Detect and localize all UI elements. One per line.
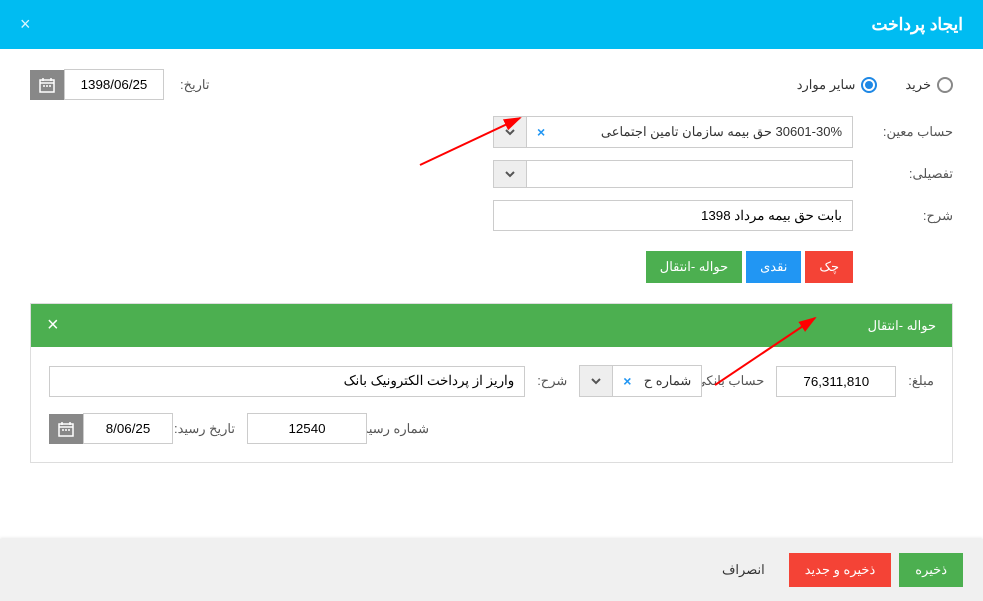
radio-buy[interactable]: خرید — [905, 77, 953, 93]
close-icon[interactable]: × — [20, 14, 31, 35]
chevron-down-icon — [504, 126, 516, 138]
bank-num-dropdown[interactable] — [579, 365, 612, 397]
top-row: خرید سایر موارد تاریخ: — [30, 69, 953, 100]
calendar-icon — [39, 77, 55, 93]
modal-title: ایجاد پرداخت — [871, 15, 963, 35]
date-field[interactable] — [64, 69, 164, 100]
save-button[interactable]: ذخیره — [899, 553, 963, 587]
radio-other-label: سایر موارد — [797, 77, 856, 93]
detail-dropdown-button[interactable] — [493, 160, 526, 188]
account-value: 30601-30% حق بیمه سازمان تامین اجتماعی — [553, 124, 842, 140]
calendar-button[interactable] — [30, 70, 64, 100]
chevron-down-icon — [590, 375, 602, 387]
account-select-field: 30601-30% حق بیمه سازمان تامین اجتماعی × — [526, 116, 853, 148]
panel-title: حواله -انتقال — [868, 318, 936, 334]
radio-buy-label: خرید — [905, 77, 931, 93]
modal-header: ایجاد پرداخت × — [0, 0, 983, 49]
tab-cash[interactable]: نقدی — [746, 251, 801, 283]
chevron-down-icon — [504, 168, 516, 180]
form-content: خرید سایر موارد تاریخ: حساب معین: 30601-… — [0, 49, 983, 303]
panel-body: مبلغ: حساب بانکی: شماره ح × شرح: شماره ر… — [31, 347, 952, 462]
panel-row-1: مبلغ: حساب بانکی: شماره ح × شرح: — [49, 365, 934, 397]
detail-label: تفصیلی: — [853, 166, 953, 182]
receipt-num-label: شماره رسید: — [379, 421, 429, 437]
panel-row-2: شماره رسید: تاریخ رسید: — [49, 413, 934, 444]
date-input-wrap — [30, 69, 164, 100]
receipt-date-input[interactable] — [83, 413, 173, 444]
bank-label: حساب بانکی: — [714, 373, 764, 389]
receipt-date-wrap — [49, 413, 173, 444]
panel-desc-input[interactable] — [49, 366, 525, 397]
type-radio-group: خرید سایر موارد — [797, 77, 953, 93]
amount-label: مبلغ: — [908, 373, 934, 389]
transfer-panel: حواله -انتقال × مبلغ: حساب بانکی: شماره … — [30, 303, 953, 463]
radio-icon — [861, 77, 877, 93]
clear-icon[interactable]: × — [623, 373, 631, 389]
payment-tabs: چک نقدی حواله -انتقال — [30, 251, 953, 283]
detail-select-field — [526, 160, 853, 188]
calendar-icon — [58, 421, 74, 437]
detail-row: تفصیلی: — [30, 160, 953, 188]
desc-row: شرح: — [30, 200, 953, 231]
footer: ذخیره ذخیره و جدید انصراف — [0, 539, 983, 601]
account-select[interactable]: 30601-30% حق بیمه سازمان تامین اجتماعی × — [493, 116, 853, 148]
account-row: حساب معین: 30601-30% حق بیمه سازمان تامی… — [30, 116, 953, 148]
bank-num-field: شماره ح × — [612, 365, 702, 397]
date-label: تاریخ: — [180, 77, 209, 93]
receipt-date-label: تاریخ رسید: — [185, 421, 235, 437]
panel-header: حواله -انتقال × — [31, 304, 952, 347]
tab-check[interactable]: چک — [805, 251, 853, 283]
save-new-button[interactable]: ذخیره و جدید — [789, 553, 892, 587]
desc-input[interactable] — [493, 200, 853, 231]
receipt-num-input[interactable] — [247, 413, 367, 444]
account-dropdown-button[interactable] — [493, 116, 526, 148]
desc-label: شرح: — [853, 208, 953, 224]
tab-transfer[interactable]: حواله -انتقال — [646, 251, 742, 283]
detail-select[interactable] — [493, 160, 853, 188]
account-label: حساب معین: — [853, 124, 953, 140]
clear-icon[interactable]: × — [537, 124, 545, 140]
date-group: تاریخ: — [30, 69, 209, 100]
amount-input[interactable] — [776, 366, 896, 397]
radio-other[interactable]: سایر موارد — [797, 77, 878, 93]
bank-num-label: شماره ح — [639, 373, 691, 389]
radio-icon — [937, 77, 953, 93]
cancel-button[interactable]: انصراف — [706, 553, 781, 587]
panel-close-icon[interactable]: × — [47, 314, 59, 337]
bank-num-select[interactable]: شماره ح × — [579, 365, 702, 397]
receipt-calendar-button[interactable] — [49, 414, 83, 444]
panel-desc-label: شرح: — [537, 373, 567, 389]
